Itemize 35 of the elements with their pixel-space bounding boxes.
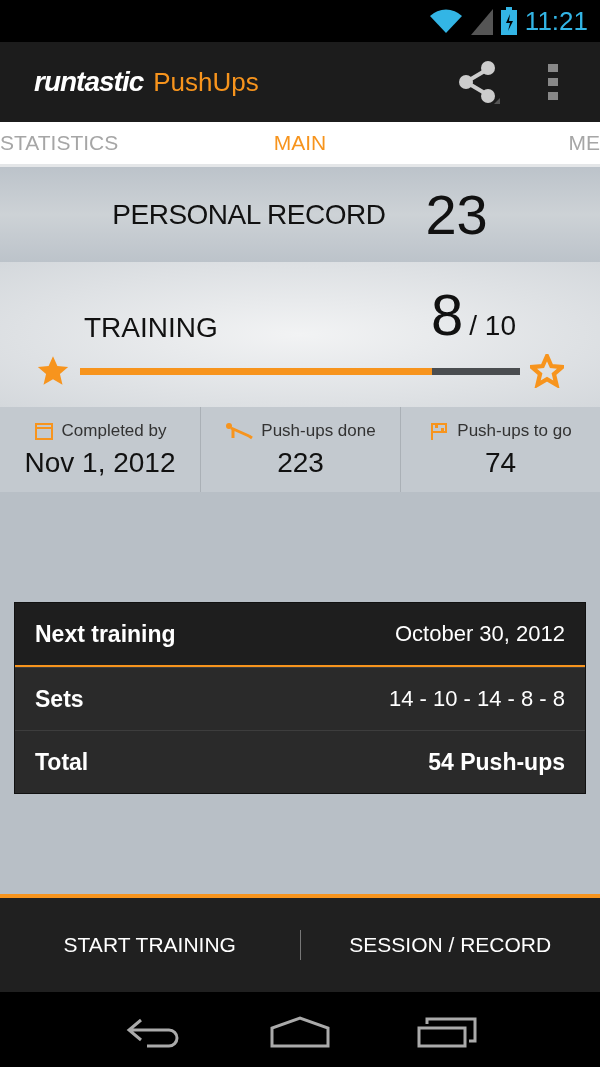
row-label: Sets [35,685,84,713]
record-value: 23 [425,182,488,247]
tab[interactable]: STATISTICS [0,131,119,155]
stat-value: Nov 1, 2012 [24,446,176,479]
stat-label: Push-ups done [261,420,376,441]
overflow-menu-icon[interactable] [548,64,558,100]
app-name: PushUps [153,66,259,98]
calendar-icon [33,420,54,441]
brand-logo: runtastic [34,66,144,98]
row-label: Total [35,748,89,776]
row-value: 14 - 10 - 14 - 8 - 8 [388,686,565,712]
tab[interactable]: MAIN [273,131,327,155]
training-total: / 10 [469,310,516,341]
training-label: TRAINING [84,312,218,344]
stat-value: 74 [484,446,517,479]
status-time: 11:21 [524,5,588,37]
tab[interactable]: ME [568,131,600,155]
share-icon[interactable] [456,60,500,104]
action-button[interactable]: SESSION / RECORD [300,898,600,992]
flag-icon [429,420,450,441]
stat-label: Push-ups to go [457,420,572,441]
record-label: PERSONAL RECORD [112,198,386,231]
pushup-icon [225,420,254,441]
stat-value: 223 [277,446,324,479]
action-button[interactable]: START TRAINING [0,898,300,992]
home-icon[interactable] [270,1015,330,1048]
stat-label: Completed by [61,420,167,441]
row-value: October 30, 2012 [395,621,565,647]
training-current: 8 [431,282,464,347]
row-label: Next training [35,620,176,648]
signal-icon [470,7,493,35]
recent-apps-icon[interactable] [416,1015,477,1048]
wifi-icon [428,7,463,35]
battery-icon [500,7,517,35]
row-value: 54 Push-ups [428,748,565,776]
